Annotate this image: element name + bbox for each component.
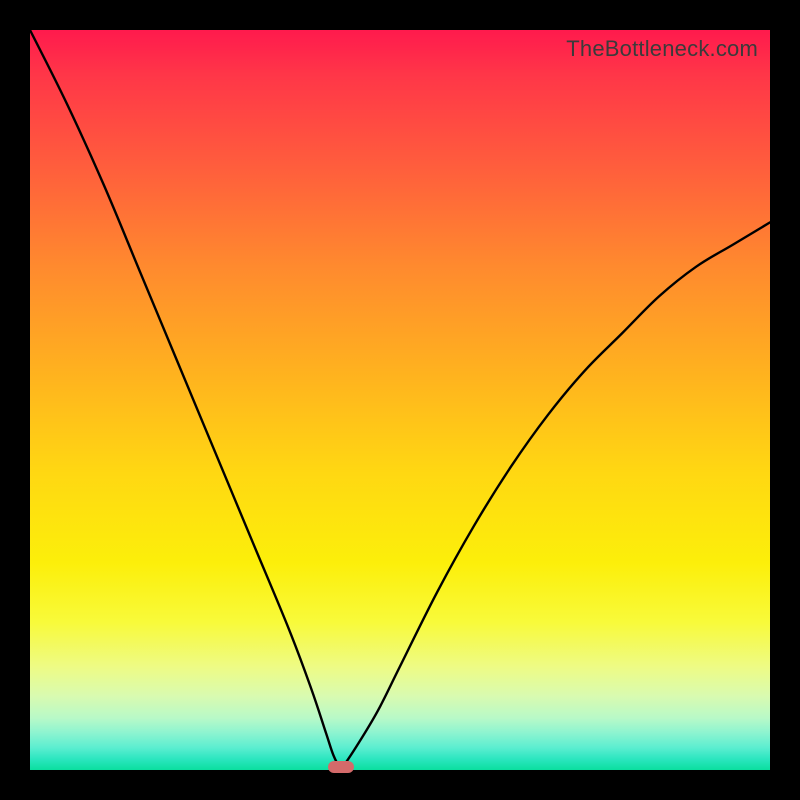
right-branch-path <box>341 222 770 770</box>
minimum-marker <box>328 761 354 773</box>
plot-area: TheBottleneck.com <box>30 30 770 770</box>
chart-frame: TheBottleneck.com <box>0 0 800 800</box>
curve-layer <box>30 30 770 770</box>
left-branch-path <box>30 30 341 770</box>
